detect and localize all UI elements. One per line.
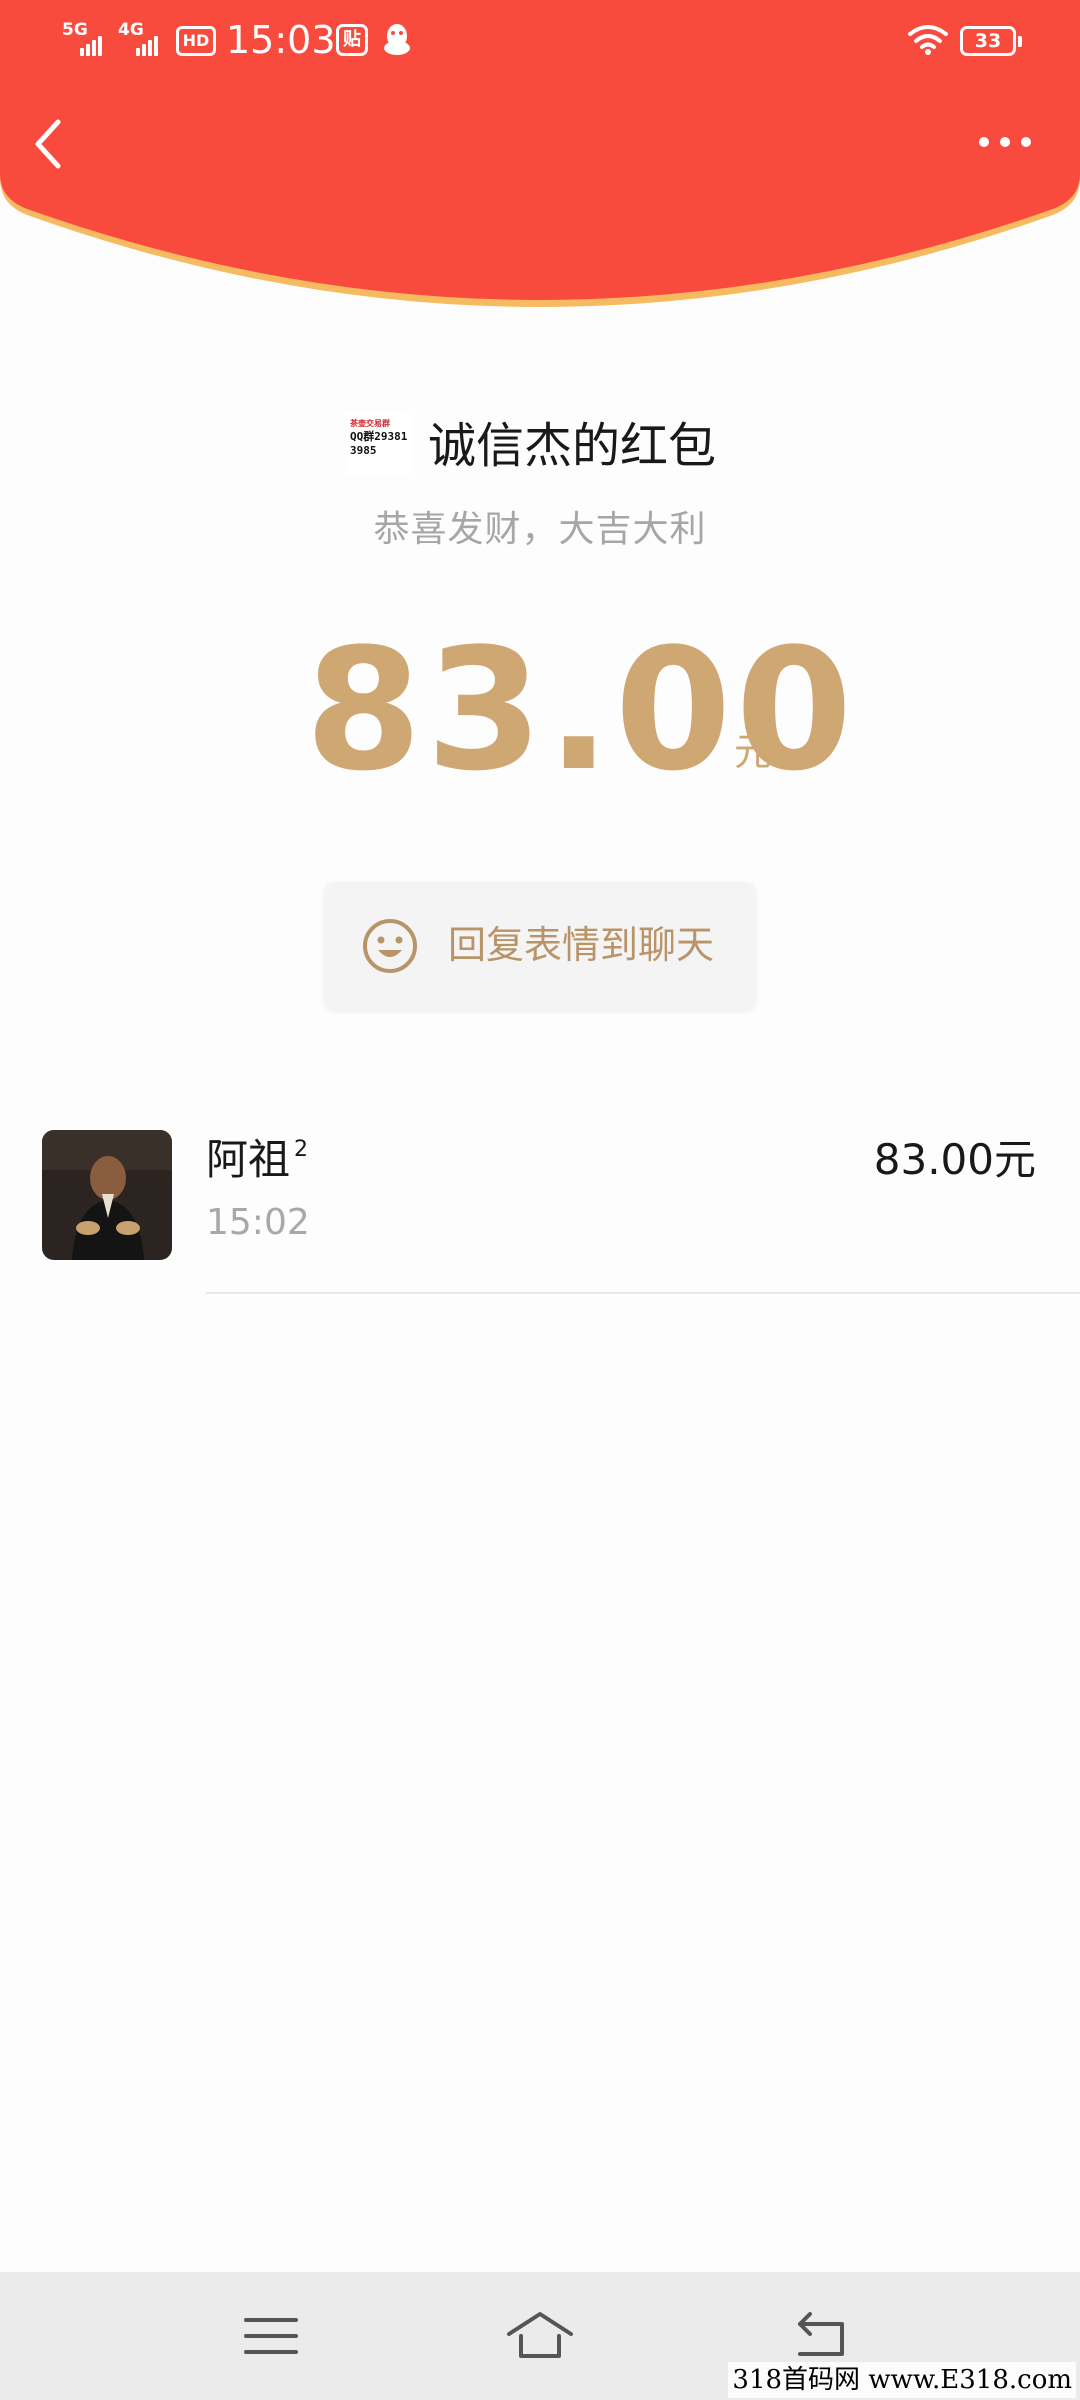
tie-app-icon: 贴 [336,24,368,56]
receiver-name-suffix: 2 [294,1137,309,1162]
received-amount: 83.00 [305,612,857,808]
battery-icon: 33 [960,26,1022,56]
back-button[interactable] [24,112,74,176]
status-bar: 5G 4G HD 15:03 贴 33 [0,0,1080,80]
hd-voice-icon: HD [176,26,216,56]
amount-unit: 元 [734,730,773,774]
divider [206,1292,1080,1294]
home-icon [507,2312,573,2358]
watermark: 318首码网 www.E318.com [728,2362,1076,2398]
list-item[interactable]: 阿祖 2 15:02 83.00元 [0,1110,1080,1294]
more-dots-icon [979,137,1031,147]
back-arrow-icon [798,2312,844,2356]
reply-sticker-button[interactable]: 回复表情到聊天 [324,882,756,1010]
sender-avatar: 茶壶交易群 QQ群29381 3985 [346,412,412,476]
receiver-amount: 83.00元 [873,1135,1036,1184]
greeting-text: 恭喜发财，大吉大利 [373,509,707,550]
receiver-name: 阿祖 2 [206,1135,309,1184]
smiley-icon [363,919,417,973]
more-button[interactable] [970,120,1040,164]
menu-icon [244,2318,298,2354]
packet-title: 诚信杰的红包 [428,418,717,474]
receive-time: 15:02 [206,1202,310,1243]
menu-button[interactable] [236,2306,306,2366]
chevron-left-icon [35,119,61,169]
signal-4g-label: 4G [118,20,144,40]
wifi-icon [908,25,948,55]
signal-5g-label: 5G [62,20,88,40]
back-nav-button[interactable] [786,2306,856,2366]
avatar-text-line: 3985 [350,444,377,457]
avatar-text-line: 茶壶交易群 [350,419,390,428]
status-time: 15:03 [226,18,336,62]
home-button[interactable] [505,2306,575,2366]
sender-row: 茶壶交易群 QQ群29381 3985 诚信杰的红包 [0,404,1080,484]
avatar-text-line: QQ群29381 [350,430,408,443]
avatar [42,1130,172,1260]
avatar-photo [42,1130,172,1260]
reply-button-label: 回复表情到聊天 [448,923,715,967]
qq-penguin-icon [384,24,410,55]
